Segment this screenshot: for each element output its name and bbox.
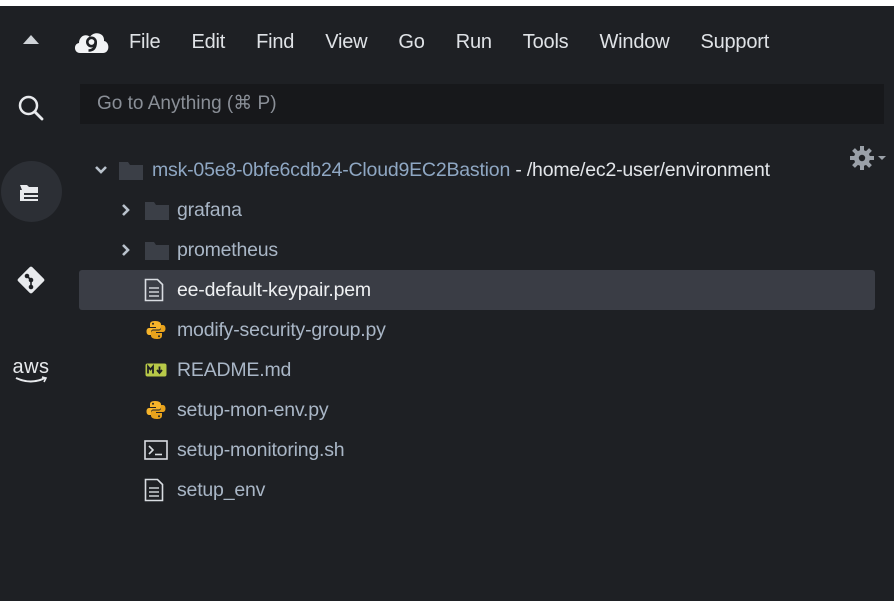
menu-view[interactable]: View <box>325 31 367 54</box>
menu-support[interactable]: Support <box>700 31 769 54</box>
menu-window[interactable]: Window <box>600 31 670 54</box>
aws-label: aws <box>12 356 50 378</box>
tree-root-label: msk-05e8-0bfe6cdb24-Cloud9EC2Bastion - /… <box>152 159 770 182</box>
root-folder-path: - /home/ec2-user/environment <box>510 158 770 181</box>
search-button[interactable] <box>0 77 62 139</box>
menu-find[interactable]: Find <box>256 31 294 54</box>
collapse-menu-button[interactable] <box>0 8 62 70</box>
chevron-right-icon[interactable] <box>119 243 133 257</box>
tree-root-row[interactable]: msk-05e8-0bfe6cdb24-Cloud9EC2Bastion - /… <box>79 150 894 190</box>
tree-file-row[interactable]: setup_env <box>79 470 894 510</box>
markdown-file-icon <box>145 362 167 378</box>
go-to-anything-input[interactable] <box>80 83 884 125</box>
folder-label: prometheus <box>177 238 278 261</box>
git-icon <box>17 266 45 294</box>
left-rail: aws <box>0 6 62 601</box>
file-label: setup-monitoring.sh <box>177 438 345 461</box>
file-label: setup-mon-env.py <box>177 398 329 421</box>
go-to-anything-bar <box>80 83 884 125</box>
menu-tools[interactable]: Tools <box>523 31 569 54</box>
tree-folder-row[interactable]: grafana <box>79 190 894 230</box>
folder-label: grafana <box>177 198 242 221</box>
chevron-down-icon[interactable] <box>94 163 108 177</box>
menu-file[interactable]: File <box>129 31 161 54</box>
text-file-icon <box>143 277 165 303</box>
caret-up-icon <box>23 35 39 44</box>
file-label: setup_env <box>177 478 266 501</box>
text-file-icon <box>143 477 165 503</box>
environment-button[interactable] <box>0 161 62 223</box>
terminal-file-icon <box>143 439 169 461</box>
folder-icon <box>117 158 145 182</box>
folder-icon <box>143 238 171 262</box>
root-folder-name: msk-05e8-0bfe6cdb24-Cloud9EC2Bastion <box>152 158 511 181</box>
cloud9-logo-icon[interactable] <box>72 27 112 57</box>
file-label: README.md <box>177 358 292 381</box>
python-file-icon <box>145 399 167 421</box>
python-file-icon <box>145 319 167 341</box>
aws-toolkit-button[interactable]: aws <box>0 340 62 402</box>
menu-bar: File Edit Find View Go Run Tools Window … <box>62 6 894 78</box>
tree-folder-row[interactable]: prometheus <box>79 230 894 270</box>
folder-icon <box>143 198 171 222</box>
file-tree: msk-05e8-0bfe6cdb24-Cloud9EC2Bastion - /… <box>79 150 894 510</box>
chevron-right-icon[interactable] <box>119 203 133 217</box>
search-icon <box>18 95 44 121</box>
aws-icon: aws <box>12 356 50 384</box>
tree-file-row[interactable]: setup-monitoring.sh <box>79 430 894 470</box>
file-label: modify-security-group.py <box>177 318 386 341</box>
tree-file-row-selected[interactable]: ee-default-keypair.pem <box>79 270 875 310</box>
menu-run[interactable]: Run <box>456 31 492 54</box>
files-icon <box>20 185 40 201</box>
file-label: ee-default-keypair.pem <box>177 278 371 301</box>
menu-edit[interactable]: Edit <box>191 31 225 54</box>
tree-file-row[interactable]: setup-mon-env.py <box>79 390 894 430</box>
source-control-button[interactable] <box>0 249 62 311</box>
tree-file-row[interactable]: modify-security-group.py <box>79 310 894 350</box>
tree-file-row[interactable]: README.md <box>79 350 894 390</box>
menu-go[interactable]: Go <box>398 31 424 54</box>
